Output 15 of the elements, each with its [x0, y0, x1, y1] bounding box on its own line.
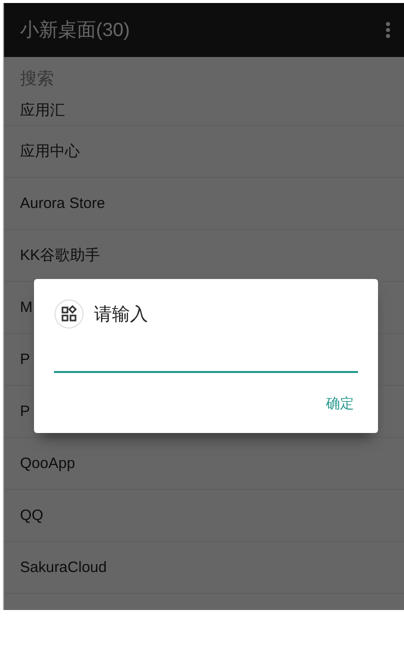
app-name[interactable]: QooApp — [20, 455, 76, 472]
app-name[interactable]: P — [20, 403, 30, 420]
app-name[interactable]: Aurora Store — [20, 195, 106, 212]
app-name[interactable]: SakuraCloud — [20, 559, 107, 576]
dialog-title: 请输入 — [94, 303, 148, 326]
grid-icon — [54, 299, 84, 329]
app-name[interactable]: 应用中心 — [20, 142, 80, 161]
app-name[interactable]: KK谷歌助手 — [20, 246, 100, 265]
confirm-button[interactable]: 确定 — [322, 387, 358, 421]
app-name[interactable]: 应用汇 — [20, 101, 65, 120]
app-name[interactable]: M — [20, 299, 32, 316]
app-name[interactable]: P — [20, 351, 30, 368]
app-title: 小新桌面(30) — [20, 19, 130, 43]
app-name[interactable]: QQ — [20, 507, 44, 524]
more-menu-icon[interactable] — [385, 21, 391, 39]
